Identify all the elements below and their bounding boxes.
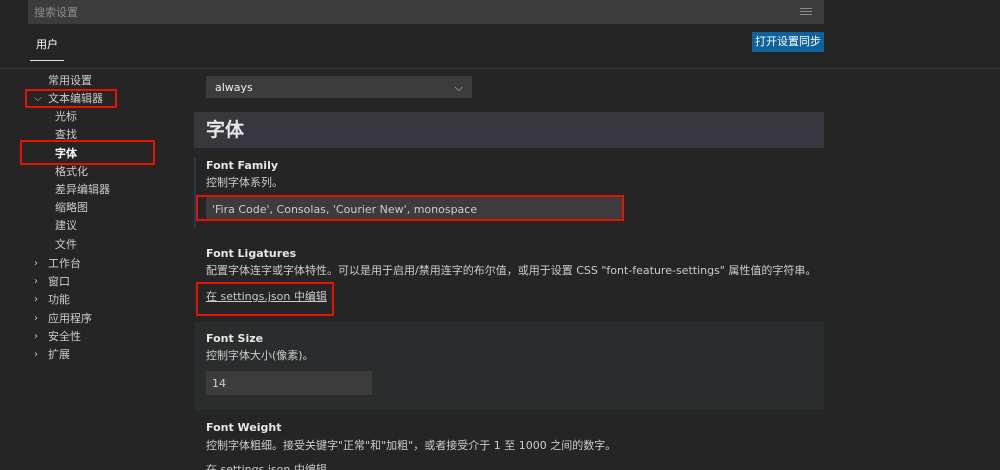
highlight-box-font-family	[196, 195, 624, 221]
tree-item-workbench[interactable]: › 工作台	[34, 255, 81, 273]
section-title: 字体	[206, 119, 245, 141]
tree-item-label: 建议	[55, 219, 77, 232]
setting-title: Font Weight	[206, 421, 282, 434]
chevron-right-icon: ›	[34, 276, 38, 287]
edit-in-settings-json-link[interactable]: 在 settings.json 中编辑	[206, 462, 327, 470]
tree-item-label: 缩略图	[55, 201, 88, 214]
tree-item-features[interactable]: › 功能	[34, 291, 70, 309]
setting-title: Font Ligatures	[206, 247, 297, 260]
tree-item-window[interactable]: › 窗口	[34, 273, 70, 291]
tree-item-label: 窗口	[48, 275, 70, 288]
setting-description: 控制字体粗细。接受关键字"正常"和"加粗"，或者接受介于 1 至 1000 之间…	[206, 439, 617, 452]
tree-item-label: 功能	[48, 293, 70, 306]
tree-item-label: 光标	[55, 110, 77, 123]
tree-item-label: 应用程序	[48, 312, 92, 325]
search-input[interactable]	[28, 0, 824, 24]
setting-description: 控制字体系列。	[206, 176, 283, 189]
top-setting-select[interactable]: always ⌵	[206, 76, 472, 98]
chevron-right-icon: ›	[34, 294, 38, 305]
tree-item-cursor[interactable]: 光标	[55, 108, 77, 126]
header-divider	[0, 68, 1000, 69]
section-header-font: 字体	[194, 112, 824, 148]
highlight-box-text-editor	[25, 89, 117, 108]
select-value: always	[215, 81, 253, 94]
open-settings-sync-button[interactable]: 打开设置同步	[752, 32, 824, 52]
highlight-box-font	[20, 140, 155, 165]
tree-item-formatting[interactable]: 格式化	[55, 163, 88, 181]
tree-item-diff-editor[interactable]: 差异编辑器	[55, 181, 110, 199]
tree-item-label: 常用设置	[48, 74, 92, 87]
filter-icon[interactable]	[800, 8, 812, 16]
tree-item-label: 格式化	[55, 165, 88, 178]
tree-item-common[interactable]: 常用设置	[48, 72, 92, 90]
tree-item-label: 差异编辑器	[55, 183, 110, 196]
chevron-right-icon: ›	[34, 258, 38, 269]
tree-item-label: 安全性	[48, 330, 81, 343]
tree-item-label: 扩展	[48, 348, 70, 361]
chevron-right-icon: ›	[34, 349, 38, 360]
tree-item-label: 文件	[55, 238, 77, 251]
setting-title: Font Size	[206, 332, 264, 345]
tree-item-extensions[interactable]: › 扩展	[34, 346, 70, 364]
tab-active-indicator	[30, 60, 64, 61]
setting-description: 配置字体连字或字体特性。可以是用于启用/禁用连字的布尔值，或用于设置 CSS "…	[206, 264, 817, 277]
setting-font-size: Font Size 控制字体大小(像素)。	[194, 322, 824, 410]
chevron-right-icon: ›	[34, 313, 38, 324]
tree-item-minimap[interactable]: 缩略图	[55, 199, 88, 217]
setting-description: 控制字体大小(像素)。	[206, 349, 314, 362]
tree-item-label: 工作台	[48, 257, 81, 270]
chevron-right-icon: ›	[34, 331, 38, 342]
setting-font-weight: Font Weight 控制字体粗细。接受关键字"正常"和"加粗"，或者接受介于…	[194, 412, 824, 470]
font-size-input[interactable]	[206, 371, 372, 395]
tree-item-security[interactable]: › 安全性	[34, 328, 81, 346]
chevron-down-icon: ⌵	[454, 81, 463, 94]
tree-item-application[interactable]: › 应用程序	[34, 310, 92, 328]
highlight-box-edit-link	[196, 282, 334, 316]
search-bar	[28, 0, 824, 24]
tree-item-files[interactable]: 文件	[55, 236, 77, 254]
tree-item-suggestions[interactable]: 建议	[55, 217, 77, 235]
setting-title: Font Family	[206, 159, 279, 172]
tab-user[interactable]: 用户	[30, 34, 64, 62]
